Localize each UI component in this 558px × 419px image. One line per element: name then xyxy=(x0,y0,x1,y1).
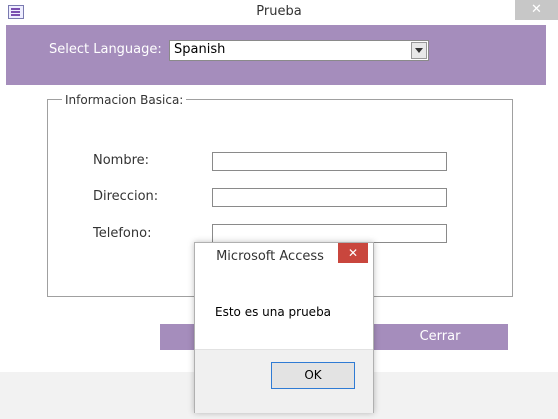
telefono-field[interactable] xyxy=(212,224,447,243)
dialog-title: Microsoft Access xyxy=(216,249,324,264)
nombre-field[interactable] xyxy=(212,152,447,171)
action-button[interactable] xyxy=(160,324,194,350)
select-language-label: Select Language: xyxy=(49,42,162,57)
direccion-field[interactable] xyxy=(212,188,447,207)
chevron-down-icon[interactable] xyxy=(411,42,427,59)
nombre-label: Nombre: xyxy=(93,153,150,168)
window-close-button[interactable]: ✕ xyxy=(515,0,558,20)
window-title: Prueba xyxy=(256,4,302,19)
basic-info-group-title: Informacion Basica: xyxy=(62,93,187,107)
direccion-label: Direccion: xyxy=(93,189,159,204)
telefono-label: Telefono: xyxy=(93,226,152,241)
ok-button[interactable]: OK xyxy=(271,362,355,389)
title-bar: Prueba ✕ xyxy=(0,0,558,25)
message-dialog: Microsoft Access ✕ Esto es una prueba OK xyxy=(194,242,374,413)
cerrar-button[interactable]: Cerrar xyxy=(372,324,508,350)
dialog-close-button[interactable]: ✕ xyxy=(338,243,368,263)
dialog-message: Esto es una prueba xyxy=(215,305,332,319)
language-combobox[interactable]: Spanish xyxy=(169,40,429,61)
language-selected-value: Spanish xyxy=(174,42,226,57)
